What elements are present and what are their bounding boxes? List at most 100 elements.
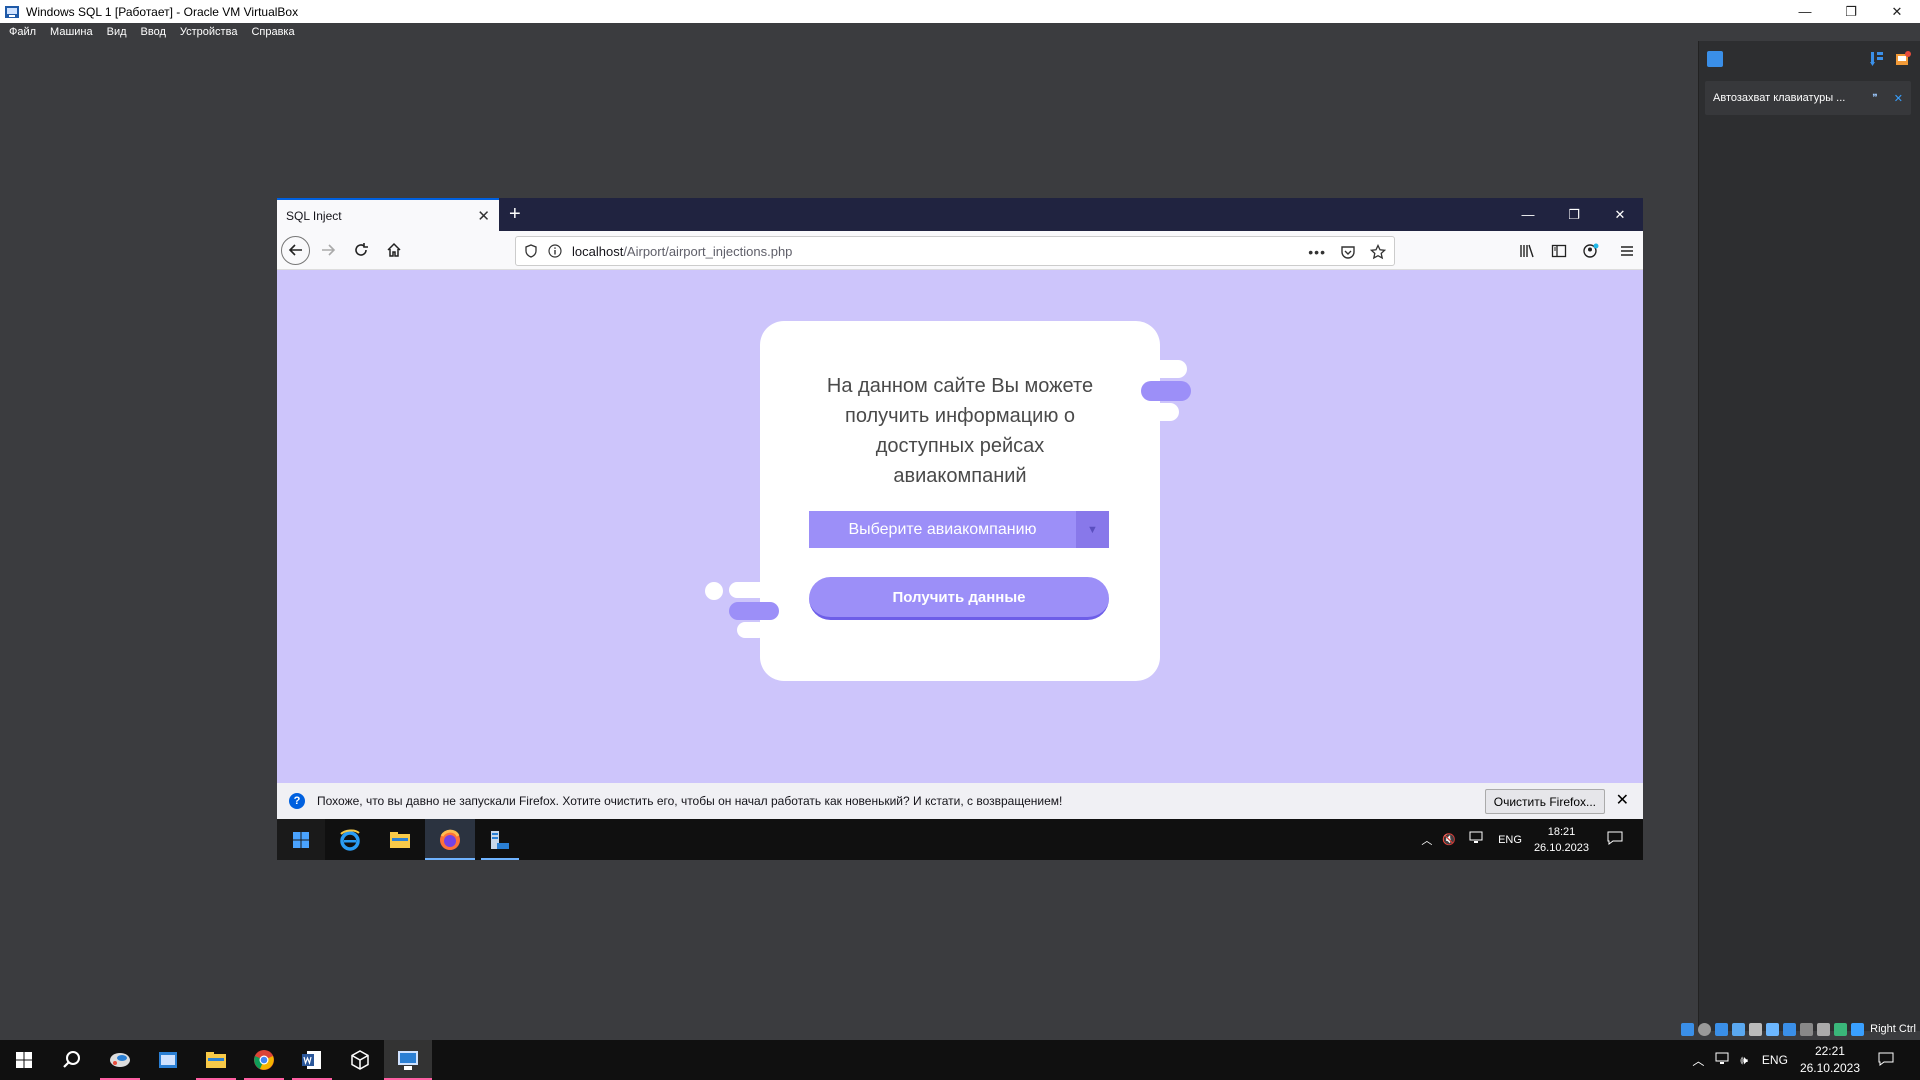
menu-help[interactable]: Справка <box>251 26 294 38</box>
clear-all-icon[interactable] <box>1894 50 1912 68</box>
forward-button[interactable] <box>313 235 343 265</box>
minimize-button[interactable]: — <box>1782 0 1828 23</box>
menu-file[interactable]: Файл <box>9 26 36 38</box>
bookmark-star-icon[interactable] <box>1370 244 1386 260</box>
notice-text: Автозахват клавиатуры ... <box>1713 92 1846 104</box>
vbox-title-bar: Windows SQL 1 [Работает] - Oracle VM Vir… <box>0 0 1920 23</box>
url-path: /Airport/airport_injections.php <box>623 243 793 259</box>
form-card: На данном сайте Вы можете получить инфор… <box>760 321 1160 681</box>
address-bar[interactable]: localhost/Airport/airport_injections.php… <box>515 236 1395 266</box>
guest-date: 26.10.2023 <box>1533 841 1589 854</box>
host-taskbar-app-2[interactable] <box>144 1040 192 1080</box>
display-icon[interactable] <box>1783 1022 1797 1036</box>
app-menu-icon[interactable] <box>1611 243 1643 259</box>
notification-close-icon[interactable]: ✕ <box>1616 790 1629 810</box>
decor-pill-white-3 <box>729 582 769 598</box>
account-icon[interactable] <box>1575 242 1607 260</box>
home-button[interactable] <box>379 235 409 265</box>
window-title: Windows SQL 1 [Работает] - Oracle VM Vir… <box>26 4 299 19</box>
vbox-status-bar: Right Ctrl <box>1681 1018 1920 1040</box>
taskbar-file-explorer[interactable] <box>375 819 425 860</box>
tab-sql-inject[interactable]: SQL Inject ✕ <box>277 198 499 231</box>
network-icon[interactable] <box>1468 831 1484 848</box>
host-start-button[interactable] <box>0 1040 48 1080</box>
show-hidden-icons[interactable]: ︿ <box>1421 832 1432 848</box>
folder-icon <box>206 1052 226 1068</box>
input-language[interactable]: ENG <box>1762 1053 1788 1067</box>
sort-icon[interactable] <box>1870 51 1884 67</box>
tab-close-icon[interactable]: ✕ <box>477 207 490 225</box>
host-taskbar-file-explorer[interactable] <box>192 1040 240 1080</box>
site-info-icon[interactable] <box>548 244 562 258</box>
decor-dot <box>705 582 723 600</box>
ff-minimize-button[interactable]: — <box>1505 198 1551 231</box>
input-language[interactable]: ENG <box>1498 834 1522 846</box>
show-hidden-icons[interactable]: ︿ <box>1692 1052 1704 1069</box>
menu-view[interactable]: Вид <box>107 26 127 38</box>
menu-input[interactable]: Ввод <box>141 26 166 38</box>
sidebar-toggle-icon[interactable] <box>1543 243 1575 259</box>
host-taskbar-word[interactable] <box>288 1040 336 1080</box>
dropdown-arrow-icon[interactable]: ▼ <box>1076 511 1109 548</box>
guest-start-button[interactable] <box>277 819 325 860</box>
reload-button[interactable] <box>346 235 376 265</box>
menu-devices[interactable]: Устройства <box>180 26 238 38</box>
volume-muted-icon[interactable]: 🔇 <box>1442 833 1456 846</box>
decor-pill-white-4 <box>737 622 767 638</box>
refresh-firefox-button[interactable]: Очистить Firefox... <box>1484 789 1605 814</box>
optical-drive-icon[interactable] <box>1698 1022 1712 1036</box>
tracking-shield-icon[interactable] <box>524 244 538 258</box>
pocket-icon[interactable] <box>1340 244 1356 260</box>
new-tab-button[interactable]: + <box>509 198 521 231</box>
ff-close-button[interactable]: ✕ <box>1597 198 1643 231</box>
decor-pill-purple-2 <box>729 602 779 620</box>
audio-icon[interactable] <box>1715 1022 1729 1036</box>
network-adapter-icon[interactable] <box>1732 1022 1746 1036</box>
airline-select[interactable]: Выберите авиакомпанию ▼ <box>809 511 1109 548</box>
notice-pin-icon[interactable]: ❞ <box>1872 93 1877 104</box>
notification-center-icon[interactable] <box>1707 51 1723 67</box>
volume-icon[interactable]: 🕪 <box>1740 1053 1748 1068</box>
mouse-integration-icon[interactable] <box>1834 1022 1848 1036</box>
mascot-app-icon <box>110 1053 130 1067</box>
host-taskbar-chrome[interactable] <box>240 1040 288 1080</box>
keyboard-capture-notice[interactable]: Автозахват клавиатуры ... ❞ ✕ <box>1705 81 1911 115</box>
guest-clock[interactable]: 18:21 26.10.2023 <box>1534 824 1589 856</box>
menu-machine[interactable]: Машина <box>50 26 93 38</box>
help-question-icon: ? <box>289 793 305 809</box>
library-icon[interactable] <box>1511 243 1543 259</box>
shared-folders-icon[interactable] <box>1766 1022 1780 1036</box>
host-key-icon[interactable] <box>1851 1022 1865 1036</box>
usb-icon[interactable] <box>1749 1022 1763 1036</box>
restore-button[interactable]: ❐ <box>1828 0 1874 23</box>
taskbar-internet-explorer[interactable] <box>325 819 375 860</box>
ff-restore-button[interactable]: ❐ <box>1551 198 1597 231</box>
network-icon[interactable] <box>1714 1052 1730 1069</box>
taskbar-firefox[interactable] <box>425 819 475 860</box>
host-taskbar-vm-window[interactable] <box>384 1040 432 1080</box>
video-capture-icon[interactable] <box>1800 1022 1814 1036</box>
host-clock[interactable]: 22:21 26.10.2023 <box>1800 1043 1860 1077</box>
notice-close-icon[interactable]: ✕ <box>1894 92 1903 105</box>
reload-icon <box>355 243 368 256</box>
host-search-button[interactable] <box>48 1040 96 1080</box>
host-taskbar-virtualbox[interactable] <box>336 1040 384 1080</box>
page-actions-icon[interactable]: ••• <box>1308 244 1326 260</box>
taskbar-server-manager[interactable] <box>475 819 525 860</box>
action-center-icon[interactable] <box>1607 830 1623 849</box>
firefox-icon <box>440 829 460 850</box>
virtualbox-app-icon <box>5 5 19 18</box>
close-button[interactable]: ✕ <box>1874 0 1920 23</box>
host-taskbar-app-1[interactable] <box>96 1040 144 1080</box>
web-page: На данном сайте Вы можете получить инфор… <box>277 270 1643 783</box>
windows-server-vm-icon <box>398 1051 418 1070</box>
hard-disk-icon[interactable] <box>1681 1022 1695 1036</box>
host-time: 22:21 <box>1814 1044 1845 1058</box>
cpu-icon[interactable] <box>1817 1022 1831 1036</box>
guest-system-tray: ︿ 🔇 ENG 18:21 26.10.2023 <box>1421 819 1643 860</box>
action-center-icon[interactable] <box>1878 1051 1894 1070</box>
windows-logo-icon <box>16 1052 32 1068</box>
get-data-button[interactable]: Получить данные <box>809 577 1109 620</box>
back-button[interactable] <box>281 235 310 265</box>
host-key-label: Right Ctrl <box>1870 1023 1916 1035</box>
